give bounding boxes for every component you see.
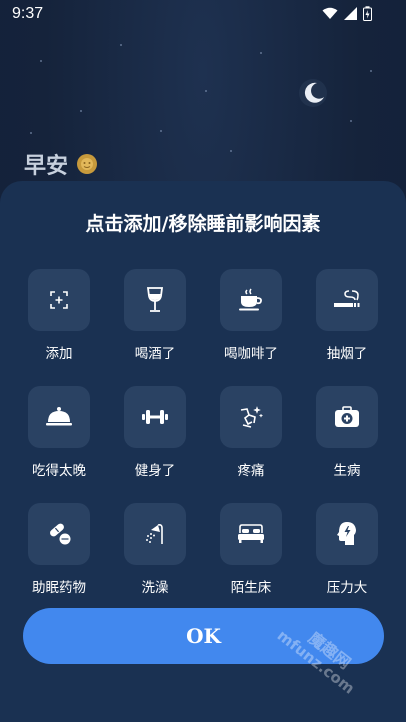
factor-tile[interactable] — [28, 386, 90, 448]
battery-charging-icon — [363, 6, 372, 21]
factor-tile[interactable] — [220, 386, 282, 448]
moon-icon — [299, 79, 327, 107]
bed-icon — [238, 524, 264, 543]
cigarette-icon — [334, 290, 360, 307]
factor-label: 陌生床 — [230, 580, 272, 596]
pain-icon — [240, 406, 264, 428]
factor-late-meal[interactable]: 吃得太晚 — [14, 386, 104, 479]
status-bar: 9:37 — [0, 0, 406, 28]
factor-tile[interactable] — [316, 386, 378, 448]
food-cloche-icon — [46, 407, 72, 426]
factor-sick[interactable]: 生病 — [302, 386, 392, 479]
factor-stress[interactable]: 压力大 — [302, 503, 392, 596]
sun-icon — [77, 154, 98, 174]
status-time: 9:37 — [12, 5, 44, 22]
factor-label: 压力大 — [326, 580, 368, 596]
factor-tile[interactable] — [124, 503, 186, 565]
factor-pain[interactable]: 疼痛 — [206, 386, 296, 479]
factor-label: 喝酒了 — [134, 346, 176, 362]
factor-sleep-medicine[interactable]: 助眠药物 — [14, 503, 104, 596]
status-icons — [322, 6, 372, 21]
factor-tile[interactable] — [28, 269, 90, 331]
wifi-icon — [322, 7, 338, 19]
factor-add[interactable]: 添加 — [14, 269, 104, 362]
factor-tile[interactable] — [220, 269, 282, 331]
factor-label: 添加 — [45, 346, 73, 362]
factor-label: 抽烟了 — [326, 346, 368, 362]
signal-icon — [344, 7, 357, 20]
factor-workout[interactable]: 健身了 — [110, 386, 200, 479]
add-scan-icon — [50, 291, 68, 309]
factor-tile[interactable] — [28, 503, 90, 565]
greeting: 早安 — [24, 148, 98, 180]
factor-alcohol[interactable]: 喝酒了 — [110, 269, 200, 362]
greeting-text: 早安 — [24, 154, 69, 179]
factor-coffee[interactable]: 喝咖啡了 — [206, 269, 296, 362]
shower-icon — [146, 524, 163, 544]
factor-label: 吃得太晚 — [32, 463, 86, 479]
factor-tile[interactable] — [124, 386, 186, 448]
factor-strange-bed[interactable]: 陌生床 — [206, 503, 296, 596]
first-aid-kit-icon — [335, 406, 359, 427]
factors-bottom-sheet: 点击添加/移除睡前影响因素 添加 喝酒了 喝咖啡了 抽烟了 吃得太晚 健身了 疼… — [0, 181, 406, 722]
factor-shower[interactable]: 洗澡 — [110, 503, 200, 596]
coffee-cup-icon — [239, 288, 262, 311]
dumbbell-icon — [142, 410, 168, 424]
factor-tile[interactable] — [220, 503, 282, 565]
stress-head-icon — [337, 522, 356, 545]
factor-tile[interactable] — [124, 269, 186, 331]
wine-glass-icon — [146, 287, 164, 312]
factor-tile[interactable] — [316, 269, 378, 331]
factor-label: 疼痛 — [237, 463, 265, 479]
factor-tile[interactable] — [316, 503, 378, 565]
factor-label: 生病 — [333, 463, 361, 479]
factor-smoking[interactable]: 抽烟了 — [302, 269, 392, 362]
factor-label: 健身了 — [134, 463, 176, 479]
factor-label: 喝咖啡了 — [224, 346, 278, 362]
factor-label: 洗澡 — [141, 580, 169, 596]
pill-icon — [50, 523, 71, 545]
factor-label: 助眠药物 — [32, 580, 86, 596]
